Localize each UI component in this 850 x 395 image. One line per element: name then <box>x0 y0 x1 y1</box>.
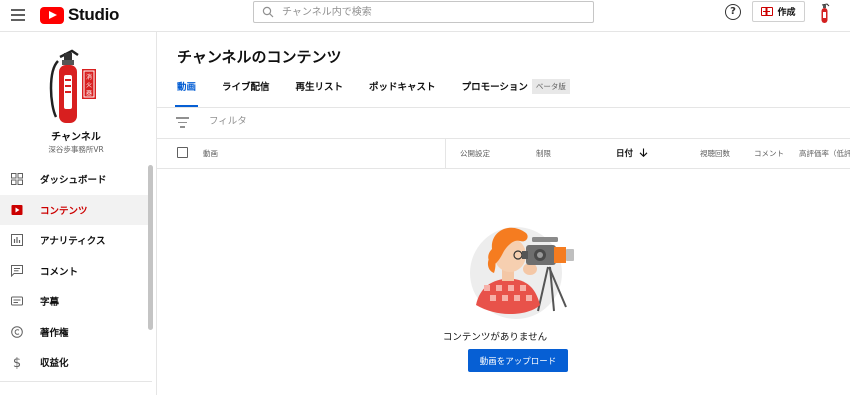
arrow-down-icon <box>639 148 648 158</box>
sidebar-item-dashboard[interactable]: ダッシュボード <box>0 164 152 195</box>
column-date-sort[interactable]: 日付 <box>616 147 648 159</box>
monetization-icon: $ <box>10 355 24 369</box>
select-all-checkbox[interactable] <box>177 147 188 158</box>
top-bar: Studio ? 作成 <box>0 0 850 32</box>
main-content: チャンネルのコンテンツ 動画 ライブ配信 再生リスト ポッドキャスト プロモーシ… <box>157 32 850 395</box>
menu-icon[interactable] <box>11 9 25 21</box>
channel-subtitle: 深谷歩事務所VR <box>48 145 104 154</box>
tab-live[interactable]: ライブ配信 <box>222 79 270 107</box>
sidebar-item-label: 収益化 <box>40 358 69 370</box>
sidebar-item-label: ダッシュボード <box>40 175 107 187</box>
sidebar-item-analytics[interactable]: アナリティクス <box>0 225 152 256</box>
fire-extinguisher-icon: 消 火 器 <box>49 49 96 123</box>
youtube-play-icon <box>40 6 64 24</box>
camera-operator-illustration <box>470 227 574 319</box>
comments-icon <box>10 264 24 278</box>
column-video: 動画 <box>203 149 218 158</box>
copyright-icon <box>10 325 24 339</box>
empty-state: コンテンツがありません 動画をアップロード <box>157 169 850 395</box>
sidebar-item-label: 著作権 <box>40 327 69 339</box>
analytics-icon <box>10 233 24 247</box>
column-comments: コメント <box>754 149 784 158</box>
subtitles-icon <box>10 294 24 308</box>
beta-badge: ベータ版 <box>531 79 570 94</box>
column-likes: 高評価率（低評 <box>799 149 850 158</box>
column-divider <box>445 139 446 169</box>
tab-playlists[interactable]: 再生リスト <box>296 79 344 107</box>
search-input[interactable] <box>282 3 593 21</box>
sidebar-item-label: コメント <box>40 266 79 278</box>
tab-podcasts[interactable]: ポッドキャスト <box>369 79 436 107</box>
sidebar-item-copyright[interactable]: 著作権 <box>0 317 152 348</box>
create-video-icon <box>761 7 774 16</box>
search-box[interactable] <box>253 1 594 23</box>
svg-text:器: 器 <box>86 90 92 97</box>
content-icon <box>10 203 24 217</box>
logo-text: Studio <box>68 5 120 24</box>
youtube-studio-logo[interactable]: Studio <box>40 5 120 24</box>
sidebar-item-label: コンテンツ <box>40 205 88 217</box>
sidebar: 消 火 器 チャンネル 深谷歩事務所VR ダッシュボード コンテンツ アナリティ… <box>0 32 157 395</box>
create-button[interactable]: 作成 <box>752 1 805 22</box>
dashboard-icon <box>10 172 24 186</box>
channel-avatar[interactable]: 消 火 器 <box>44 45 108 133</box>
content-tabs: 動画 ライブ配信 再生リスト ポッドキャスト プロモーション ベータ版 <box>174 79 596 107</box>
column-views: 視聴回数 <box>700 149 730 158</box>
filter-bar <box>157 108 850 139</box>
upload-video-button[interactable]: 動画をアップロード <box>468 349 568 372</box>
search-icon <box>254 2 282 22</box>
tab-promotions-label: プロモーション <box>461 82 528 93</box>
tab-promotions[interactable]: プロモーション ベータ版 <box>462 79 570 107</box>
svg-text:消: 消 <box>86 73 92 81</box>
sidebar-divider <box>0 381 152 382</box>
svg-text:火: 火 <box>86 82 92 89</box>
sidebar-item-content[interactable]: コンテンツ <box>0 194 152 225</box>
help-icon[interactable]: ? <box>725 4 741 20</box>
channel-name: チャンネル <box>51 132 101 143</box>
column-date: 日付 <box>616 149 634 159</box>
filter-icon[interactable] <box>176 117 189 128</box>
sidebar-item-monetization[interactable]: $ 収益化 <box>0 347 152 378</box>
account-avatar[interactable] <box>818 2 832 24</box>
table-header: 動画 公開設定 制限 日付 視聴回数 コメント 高評価率（低評 <box>157 139 850 169</box>
sidebar-item-subtitles[interactable]: 字幕 <box>0 286 152 317</box>
page-title: チャンネルのコンテンツ <box>177 48 342 66</box>
fire-extinguisher-icon <box>821 3 830 23</box>
sidebar-item-comments[interactable]: コメント <box>0 256 152 287</box>
sidebar-item-label: 字幕 <box>40 297 60 309</box>
svg-text:$: $ <box>13 356 21 369</box>
sidebar-nav: ダッシュボード コンテンツ アナリティクス コメント 字幕 著作権 $ 収益化 <box>0 164 152 378</box>
column-restrictions: 制限 <box>536 149 551 158</box>
create-label: 作成 <box>777 8 796 18</box>
filter-input[interactable] <box>209 116 509 127</box>
column-visibility: 公開設定 <box>460 149 490 158</box>
sidebar-scrollbar[interactable] <box>148 165 153 330</box>
sidebar-item-label: アナリティクス <box>40 236 106 248</box>
tab-videos[interactable]: 動画 <box>174 79 199 107</box>
empty-message: コンテンツがありません <box>442 332 548 343</box>
